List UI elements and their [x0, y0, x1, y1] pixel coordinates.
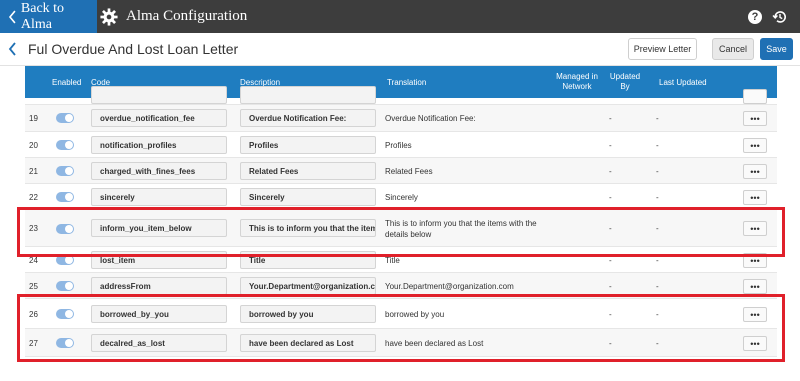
cancel-button[interactable]: Cancel: [712, 38, 754, 60]
code-field[interactable]: sincerely: [91, 188, 227, 206]
code-field[interactable]: overdue_notification_fee: [91, 109, 227, 127]
help-icon[interactable]: ?: [748, 9, 762, 24]
row-actions-button[interactable]: •••: [743, 190, 767, 205]
code-field[interactable]: charged_with_fines_fees: [91, 162, 227, 180]
row-number: 19: [29, 114, 38, 123]
translation-text: Profiles: [385, 140, 412, 150]
table-row-partial: [25, 86, 777, 105]
translation-text: Related Fees: [385, 166, 433, 176]
code-field[interactable]: addressFrom: [91, 277, 227, 295]
row-actions-button[interactable]: •••: [743, 111, 767, 126]
save-button[interactable]: Save: [760, 38, 793, 60]
row-number: 20: [29, 140, 38, 150]
table-row: 19 overdue_notification_fee Overdue Noti…: [25, 105, 777, 132]
description-field[interactable]: Sincerely: [240, 188, 376, 206]
updated-by: -: [609, 140, 612, 150]
highlight-box-rows-26-27: [17, 294, 785, 362]
code-field-partial[interactable]: [91, 86, 227, 104]
enabled-toggle[interactable]: [56, 166, 74, 176]
highlight-box-row-23: [17, 207, 785, 257]
chevron-left-icon: [8, 10, 16, 23]
page-title: Ful Overdue And Lost Loan Letter: [28, 41, 239, 57]
enabled-toggle[interactable]: [56, 192, 74, 202]
enabled-toggle[interactable]: [56, 281, 74, 291]
app-title: Alma Configuration: [100, 0, 247, 33]
translation-text: Overdue Notification Fee:: [385, 114, 476, 123]
gear-icon: [100, 7, 118, 26]
header-updated-by[interactable]: Updated By: [608, 66, 642, 98]
back-to-alma-button[interactable]: Back to Alma: [0, 0, 97, 33]
header-enabled[interactable]: Enabled: [52, 66, 81, 98]
page-header: Ful Overdue And Lost Loan Letter Preview…: [0, 33, 800, 66]
app-title-label: Alma Configuration: [126, 8, 248, 24]
description-field-partial[interactable]: [240, 86, 376, 104]
header-translation[interactable]: Translation: [387, 66, 426, 98]
row-actions-button[interactable]: •••: [743, 279, 767, 294]
updated-by: -: [609, 114, 612, 123]
description-field[interactable]: Your.Department@organization.com: [240, 277, 376, 295]
description-field[interactable]: Overdue Notification Fee:: [240, 109, 376, 127]
code-field[interactable]: notification_profiles: [91, 136, 227, 154]
history-icon[interactable]: [772, 9, 788, 25]
top-icons: ?: [748, 0, 788, 33]
row-actions-button[interactable]: •••: [743, 138, 767, 153]
page-back-chevron-icon[interactable]: [8, 42, 18, 56]
description-field[interactable]: Profiles: [240, 136, 376, 154]
last-updated: -: [656, 140, 659, 150]
enabled-toggle[interactable]: [56, 113, 74, 123]
back-to-alma-label: Back to Alma: [20, 0, 65, 32]
updated-by: -: [609, 166, 612, 176]
description-field[interactable]: Related Fees: [240, 162, 376, 180]
table-row: 20 notification_profiles Profiles Profil…: [25, 132, 777, 158]
last-updated: -: [656, 166, 659, 176]
last-updated: -: [656, 114, 659, 123]
enabled-toggle[interactable]: [56, 140, 74, 150]
row-actions-button-partial[interactable]: [743, 89, 767, 104]
row-actions-button[interactable]: •••: [743, 164, 767, 179]
table-row: 21 charged_with_fines_fees Related Fees …: [25, 158, 777, 184]
header-managed-in-network[interactable]: Managed in Network: [549, 66, 605, 98]
row-number: 21: [29, 166, 38, 176]
preview-letter-button[interactable]: Preview Letter: [628, 38, 697, 60]
header-last-updated[interactable]: Last Updated: [659, 66, 707, 98]
top-bar: Back to Alma Alma Configuration ?: [0, 0, 800, 33]
